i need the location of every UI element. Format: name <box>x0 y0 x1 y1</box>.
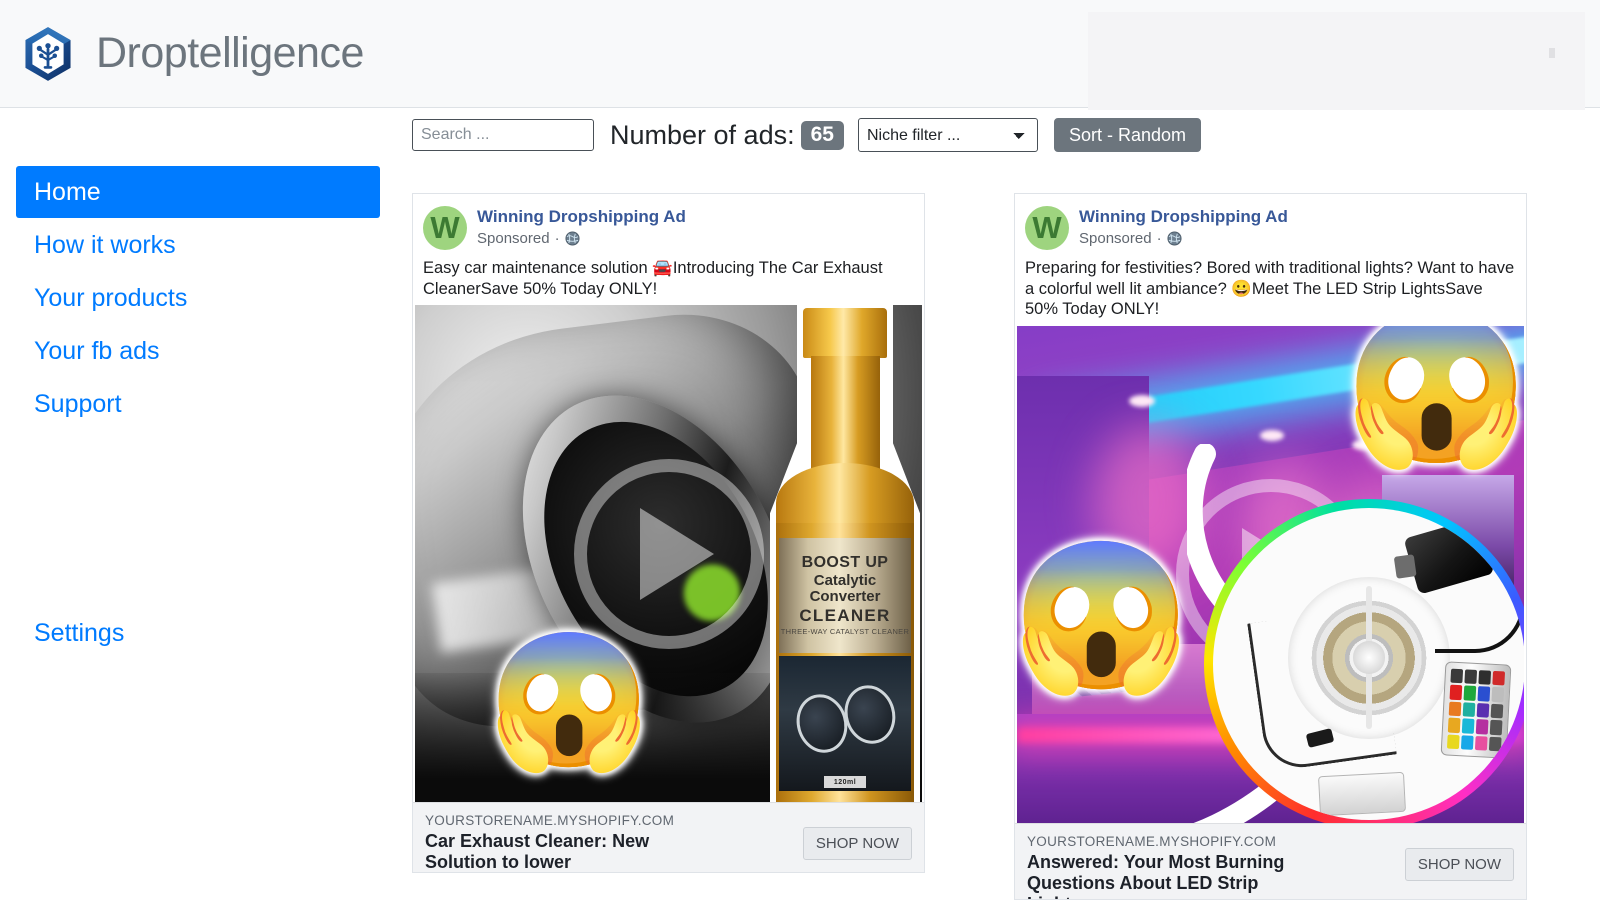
led-controller-box <box>1318 771 1407 816</box>
ad-header-text: Winning Dropshipping Ad Sponsored · <box>477 206 686 247</box>
brand[interactable]: Droptelligence <box>0 25 364 83</box>
ad-card[interactable]: W Winning Dropshipping Ad Sponsored · Pr… <box>1014 193 1527 900</box>
ad-header: W Winning Dropshipping Ad Sponsored · <box>413 194 924 250</box>
product-bottle: BOOST UP Catalytic Converter CLEANER THR… <box>770 305 922 803</box>
ads-count: Number of ads: 65 <box>610 120 844 151</box>
page-title: Droptelligence <box>96 29 364 77</box>
bottle-volume: 120ml <box>824 776 866 789</box>
ad-page-name[interactable]: Winning Dropshipping Ad <box>477 207 686 227</box>
ad-footer-text: YOURSTORENAME.MYSHOPIFY.COM Answered: Yo… <box>1027 833 1393 899</box>
bottle-label: BOOST UP Catalytic Converter CLEANER THR… <box>779 538 911 654</box>
meta-separator: · <box>1156 230 1162 248</box>
ad-header-text: Winning Dropshipping Ad Sponsored · <box>1079 206 1288 247</box>
globe-icon <box>1167 231 1182 246</box>
ad-page-name[interactable]: Winning Dropshipping Ad <box>1079 207 1288 227</box>
ads-count-label: Number of ads: <box>610 119 795 150</box>
bottle-label-line4: THREE-WAY CATALYST CLEANER <box>780 627 910 637</box>
sidebar-item-settings[interactable]: Settings <box>16 607 380 659</box>
meta-separator: · <box>554 230 560 248</box>
ad-card[interactable]: W Winning Dropshipping Ad Sponsored · Ea… <box>412 193 925 873</box>
avatar: W <box>423 206 467 250</box>
shocked-face-emoji-sticker: 😱 <box>1343 325 1524 471</box>
app-header: Droptelligence <box>0 0 1600 110</box>
bottle-label-line2: Catalytic Converter <box>809 572 881 605</box>
niche-filter-select[interactable]: Niche filter ... <box>857 118 1038 152</box>
sponsored-label: Sponsored <box>1079 230 1152 248</box>
ir-remote-control <box>1440 661 1512 760</box>
ad-header: W Winning Dropshipping Ad Sponsored · <box>1015 194 1526 250</box>
ad-media[interactable]: BOOST UP Catalytic Converter CLEANER THR… <box>415 305 922 803</box>
header-edge-marker <box>1549 48 1555 58</box>
shop-now-button[interactable]: SHOP NOW <box>1404 847 1514 881</box>
sidebar-item-your-products[interactable]: Your products <box>16 272 380 324</box>
ad-footer: YOURSTORENAME.MYSHOPIFY.COM Car Exhaust … <box>413 802 924 873</box>
globe-icon <box>565 231 580 246</box>
shocked-face-emoji-sticker: 😱 <box>487 627 652 775</box>
power-adapter <box>1403 516 1495 595</box>
play-triangle-icon <box>639 507 714 600</box>
toolbar: Number of ads:65 Niche filter ... Sort -… <box>412 118 1201 152</box>
search-input[interactable] <box>412 119 594 151</box>
bottle-label-line1: BOOST UP <box>801 554 889 572</box>
sponsored-label: Sponsored <box>477 230 550 248</box>
ad-footer-text: YOURSTORENAME.MYSHOPIFY.COM Car Exhaust … <box>425 813 791 873</box>
ad-body-text: Preparing for festivities? Bored with tr… <box>1025 259 1515 319</box>
ad-domain: YOURSTORENAME.MYSHOPIFY.COM <box>425 813 675 829</box>
product-rainbow-circle <box>1204 498 1524 823</box>
ad-meta: Sponsored · <box>1079 230 1288 247</box>
sidebar-item-how-it-works[interactable]: How it works <box>16 219 380 271</box>
sidebar-item-home[interactable]: Home <box>16 166 380 218</box>
ad-headline: Car Exhaust Cleaner: New Solution to low… <box>425 831 650 873</box>
bottle-label-line3: CLEANER <box>799 605 891 625</box>
ad-body-text: Easy car maintenance solution 🚘Introduci… <box>423 259 883 298</box>
avatar: W <box>1025 206 1069 250</box>
bottle-lower-panel <box>779 655 911 791</box>
ad-headline: Answered: Your Most Burning Questions Ab… <box>1027 851 1285 899</box>
video-play-button[interactable] <box>573 458 764 649</box>
sort-random-button[interactable]: Sort - Random <box>1053 118 1201 152</box>
ads-grid: W Winning Dropshipping Ad Sponsored · Ea… <box>412 193 1600 900</box>
shop-now-button[interactable]: SHOP NOW <box>802 827 912 861</box>
ad-media[interactable]: 😱 😱 <box>1017 325 1524 823</box>
ad-meta: Sponsored · <box>477 230 686 247</box>
ad-footer: YOURSTORENAME.MYSHOPIFY.COM Answered: Yo… <box>1015 822 1526 899</box>
sidebar-item-your-fb-ads[interactable]: Your fb ads <box>16 325 380 377</box>
header-right-panel <box>1088 12 1585 110</box>
ad-domain: YOURSTORENAME.MYSHOPIFY.COM <box>1027 833 1277 849</box>
shocked-face-emoji-sticker: 😱 <box>1017 534 1192 697</box>
sidebar: Home How it works Your products Your fb … <box>0 108 400 900</box>
ads-count-badge: 65 <box>800 120 844 150</box>
sidebar-item-support[interactable]: Support <box>16 378 380 430</box>
hexagon-circuit-logo-icon <box>25 26 71 81</box>
